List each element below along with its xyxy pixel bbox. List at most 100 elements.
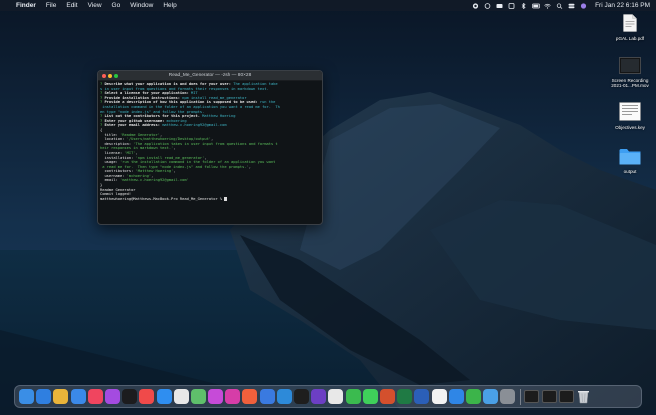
menu-window[interactable]: Window [130, 0, 153, 11]
minimize-window-button[interactable] [108, 74, 112, 78]
terminal-text: MIT [191, 91, 198, 95]
music-icon[interactable] [88, 389, 103, 404]
news-icon[interactable] [139, 389, 154, 404]
menu-edit[interactable]: Edit [66, 0, 77, 11]
spotlight-search-icon[interactable] [556, 3, 563, 9]
terminal-text: '/Users/matthewhoering/Desktop/output' [127, 137, 211, 141]
terminal-text: , [136, 151, 138, 155]
vscode-icon[interactable] [277, 389, 292, 404]
terminal-text: 'matthew.c.hoering92@gmail.com' [120, 178, 189, 182]
siri-icon[interactable] [580, 3, 587, 9]
menu-help[interactable]: Help [163, 0, 176, 11]
screen-record-icon[interactable] [472, 3, 479, 9]
dock [14, 385, 642, 408]
terminal-window[interactable]: Read_Me_Generator — -zsh — 80×28 ? Descr… [97, 70, 323, 225]
terminal-text: Matthew Hoering [202, 114, 235, 118]
photos-icon[interactable] [174, 389, 189, 404]
terminal-text: 'MIT' [124, 151, 135, 155]
desktop-folder-output[interactable]: output [610, 147, 650, 174]
terminal-text: 'Matthew Hoering' [136, 169, 174, 173]
terminal-text: List out the contributors for this proje… [104, 114, 202, 118]
camera-icon[interactable] [496, 3, 503, 9]
affinity-icon[interactable] [208, 389, 223, 404]
menu-view[interactable]: View [88, 0, 102, 11]
terminal-text: npm install read_me_generator [182, 96, 246, 100]
safari-icon[interactable] [36, 389, 51, 404]
terminal-text: title: [100, 133, 120, 137]
menu-bar: Finder File Edit View Go Window Help Fri… [0, 0, 656, 11]
terminal-text: Readme Generator [100, 188, 136, 192]
terminal-text: 'mchoering' [127, 174, 151, 178]
minimized-window-thumbnail-1[interactable] [524, 390, 539, 403]
terminal-text: Describe what your application is and do… [104, 82, 233, 86]
minimized-window-thumbnail-3[interactable] [559, 390, 574, 403]
numbers-icon[interactable] [466, 389, 481, 404]
menu-extra-icon[interactable] [508, 3, 515, 9]
messages-icon[interactable] [363, 389, 378, 404]
tv-icon[interactable] [122, 389, 137, 404]
wifi-icon[interactable] [544, 3, 551, 9]
spotlight-icon[interactable] [225, 389, 240, 404]
terminal-text: } [100, 183, 102, 187]
terminal-text: Select a license for your application: [104, 91, 191, 95]
terminal-text: , [151, 174, 153, 178]
menu-go[interactable]: Go [112, 0, 121, 11]
terminal-text: Enter your email address: [104, 123, 162, 127]
terminal-text: matthewhoering@Matthews-MacBook-Pro Read… [100, 197, 224, 201]
pdf-file-icon [610, 14, 650, 34]
terminal-window-title: Read_Me_Generator — -zsh — 80×28 [169, 73, 252, 78]
keynote-icon[interactable] [449, 389, 464, 404]
menu-bar-clock[interactable]: Fri Jan 22 6:16 PM [595, 0, 650, 11]
battery-icon[interactable] [532, 3, 539, 9]
desktop-file-label: output [610, 169, 650, 175]
control-center-icon[interactable] [568, 3, 575, 9]
zoom-window-button[interactable] [114, 74, 118, 78]
terminal-icon[interactable] [294, 389, 309, 404]
textedit-icon[interactable] [432, 389, 447, 404]
word-icon[interactable] [414, 389, 429, 404]
cursor-icon [224, 197, 227, 201]
github-icon[interactable] [311, 389, 326, 404]
powerpoint-icon[interactable] [380, 389, 395, 404]
terminal-text: 'Readme Generator' [120, 133, 160, 137]
bluetooth-icon[interactable] [520, 3, 527, 9]
whatsapp-icon[interactable] [346, 389, 361, 404]
slack-icon[interactable] [328, 389, 343, 404]
maps-icon[interactable] [191, 389, 206, 404]
swift-icon[interactable] [242, 389, 257, 404]
system-preferences-icon[interactable] [500, 389, 515, 404]
terminal-text: email: [100, 178, 120, 182]
close-window-button[interactable] [102, 74, 106, 78]
podcasts-icon[interactable] [105, 389, 120, 404]
video-thumbnail-icon [610, 57, 650, 76]
xcode-icon[interactable] [260, 389, 275, 404]
terminal-text: , [204, 156, 206, 160]
app-store-icon[interactable] [157, 389, 172, 404]
mail-icon[interactable] [71, 389, 86, 404]
terminal-text: license: [100, 151, 124, 155]
trash-icon[interactable] [576, 389, 591, 404]
terminal-text: Enter your github username: [104, 119, 166, 123]
desktop-file-screen-recording[interactable]: Screen Recording 2021-01...PM.mov [610, 57, 650, 89]
terminal-text: mchoering [167, 119, 187, 123]
desktop-file-label: pGAL Lab.pdf [610, 36, 650, 42]
terminal-title-bar[interactable]: Read_Me_Generator — -zsh — 80×28 [98, 71, 322, 81]
terminal-output[interactable]: ? Describe what your application is and … [98, 81, 322, 202]
terminal-text: description: [100, 142, 133, 146]
sync-icon[interactable] [484, 3, 491, 9]
terminal-text: The application take [233, 82, 277, 86]
chrome-icon[interactable] [53, 389, 68, 404]
desktop-file-objectives-key[interactable]: Objectives.key [610, 102, 650, 130]
menu-file[interactable]: File [46, 0, 56, 11]
terminal-text: location: [100, 137, 127, 141]
excel-icon[interactable] [397, 389, 412, 404]
terminal-text: contributors: [100, 169, 136, 173]
finder-icon[interactable] [19, 389, 34, 404]
minimized-window-thumbnail-2[interactable] [542, 390, 557, 403]
preview-icon[interactable] [483, 389, 498, 404]
desktop-file-pgal-lab-pdf[interactable]: pGAL Lab.pdf [610, 14, 650, 41]
menu-finder[interactable]: Finder [16, 0, 36, 11]
terminal-text: username: [100, 174, 127, 178]
terminal-text: , [211, 137, 213, 141]
terminal-text: matthew.c.hoering92@gmail.com [162, 123, 226, 127]
